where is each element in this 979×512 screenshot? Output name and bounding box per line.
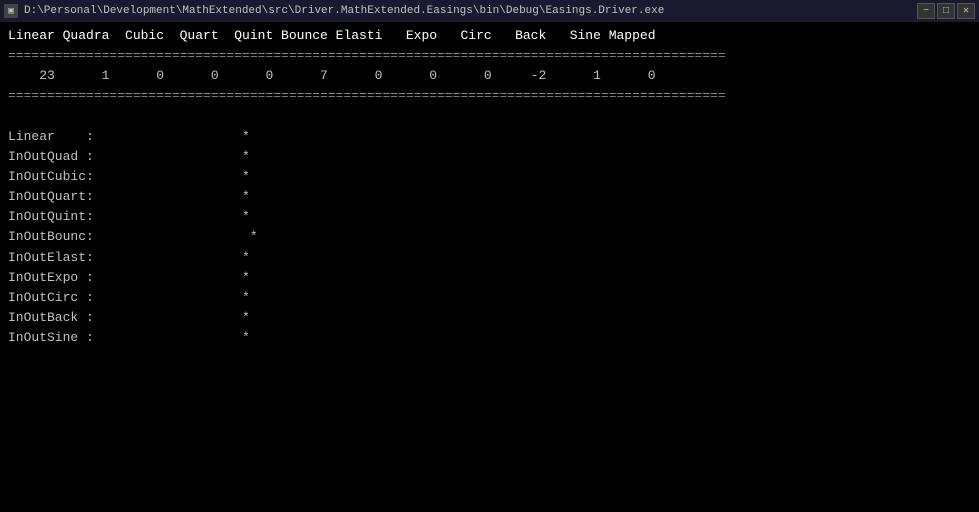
- easing-row: InOutBack : *: [8, 308, 971, 328]
- console-area: Linear Quadra Cubic Quart Quint Bounce E…: [0, 22, 979, 512]
- easing-row: InOutCubic: *: [8, 167, 971, 187]
- column-header: Linear Quadra Cubic Quart Quint Bounce E…: [8, 26, 971, 46]
- easing-row: InOutQuint: *: [8, 207, 971, 227]
- data-row: 23 1 0 0 0 7 0 0 0 -2 1 0: [8, 66, 971, 86]
- title-bar-path: D:\Personal\Development\MathExtended\src…: [24, 5, 664, 17]
- easing-row: Linear : *: [8, 127, 971, 147]
- easing-row: InOutExpo : *: [8, 268, 971, 288]
- easing-row: InOutCirc : *: [8, 288, 971, 308]
- title-bar: ▣ D:\Personal\Development\MathExtended\s…: [0, 0, 979, 22]
- easing-rows: Linear : *InOutQuad : *InOutCubic: *InOu…: [8, 127, 971, 349]
- blank-line: [8, 107, 971, 127]
- easing-row: InOutElast: *: [8, 248, 971, 268]
- easing-row: InOutQuad : *: [8, 147, 971, 167]
- maximize-button[interactable]: □: [937, 3, 955, 19]
- separator-top: ========================================…: [8, 46, 971, 66]
- easing-row: InOutSine : *: [8, 328, 971, 348]
- title-bar-left: ▣ D:\Personal\Development\MathExtended\s…: [4, 4, 664, 18]
- easing-row: InOutQuart: *: [8, 187, 971, 207]
- easing-row: InOutBounc: *: [8, 227, 971, 247]
- separator-bottom: ========================================…: [8, 86, 971, 106]
- app-icon: ▣: [4, 4, 18, 18]
- close-button[interactable]: ✕: [957, 3, 975, 19]
- minimize-button[interactable]: −: [917, 3, 935, 19]
- title-bar-controls: − □ ✕: [917, 3, 975, 19]
